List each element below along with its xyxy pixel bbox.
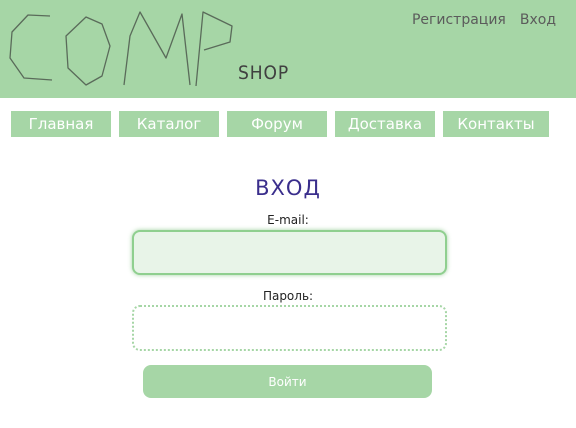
email-field[interactable] xyxy=(132,230,447,275)
site-header: SHOP Регистрация Вход xyxy=(0,0,576,98)
password-field[interactable] xyxy=(132,305,447,351)
nav-item-catalog[interactable]: Каталог xyxy=(119,111,219,137)
login-title: ВХОД xyxy=(255,176,321,200)
login-link[interactable]: Вход xyxy=(520,12,556,28)
logo-shop-text: SHOP xyxy=(238,62,290,84)
nav-item-contacts[interactable]: Контакты xyxy=(443,111,549,137)
password-label: Пароль: xyxy=(262,289,314,303)
register-link[interactable]: Регистрация xyxy=(412,12,506,28)
top-links: Регистрация Вход xyxy=(412,12,556,28)
nav-item-delivery[interactable]: Доставка xyxy=(335,111,435,137)
nav-item-home[interactable]: Главная xyxy=(11,111,111,137)
email-label: E-mail: xyxy=(267,213,309,227)
logo[interactable]: SHOP xyxy=(6,6,306,88)
nav-item-forum[interactable]: Форум xyxy=(227,111,327,137)
login-submit-button[interactable]: Войти xyxy=(143,365,432,398)
main-nav: Главная Каталог Форум Доставка Контакты xyxy=(11,111,549,137)
